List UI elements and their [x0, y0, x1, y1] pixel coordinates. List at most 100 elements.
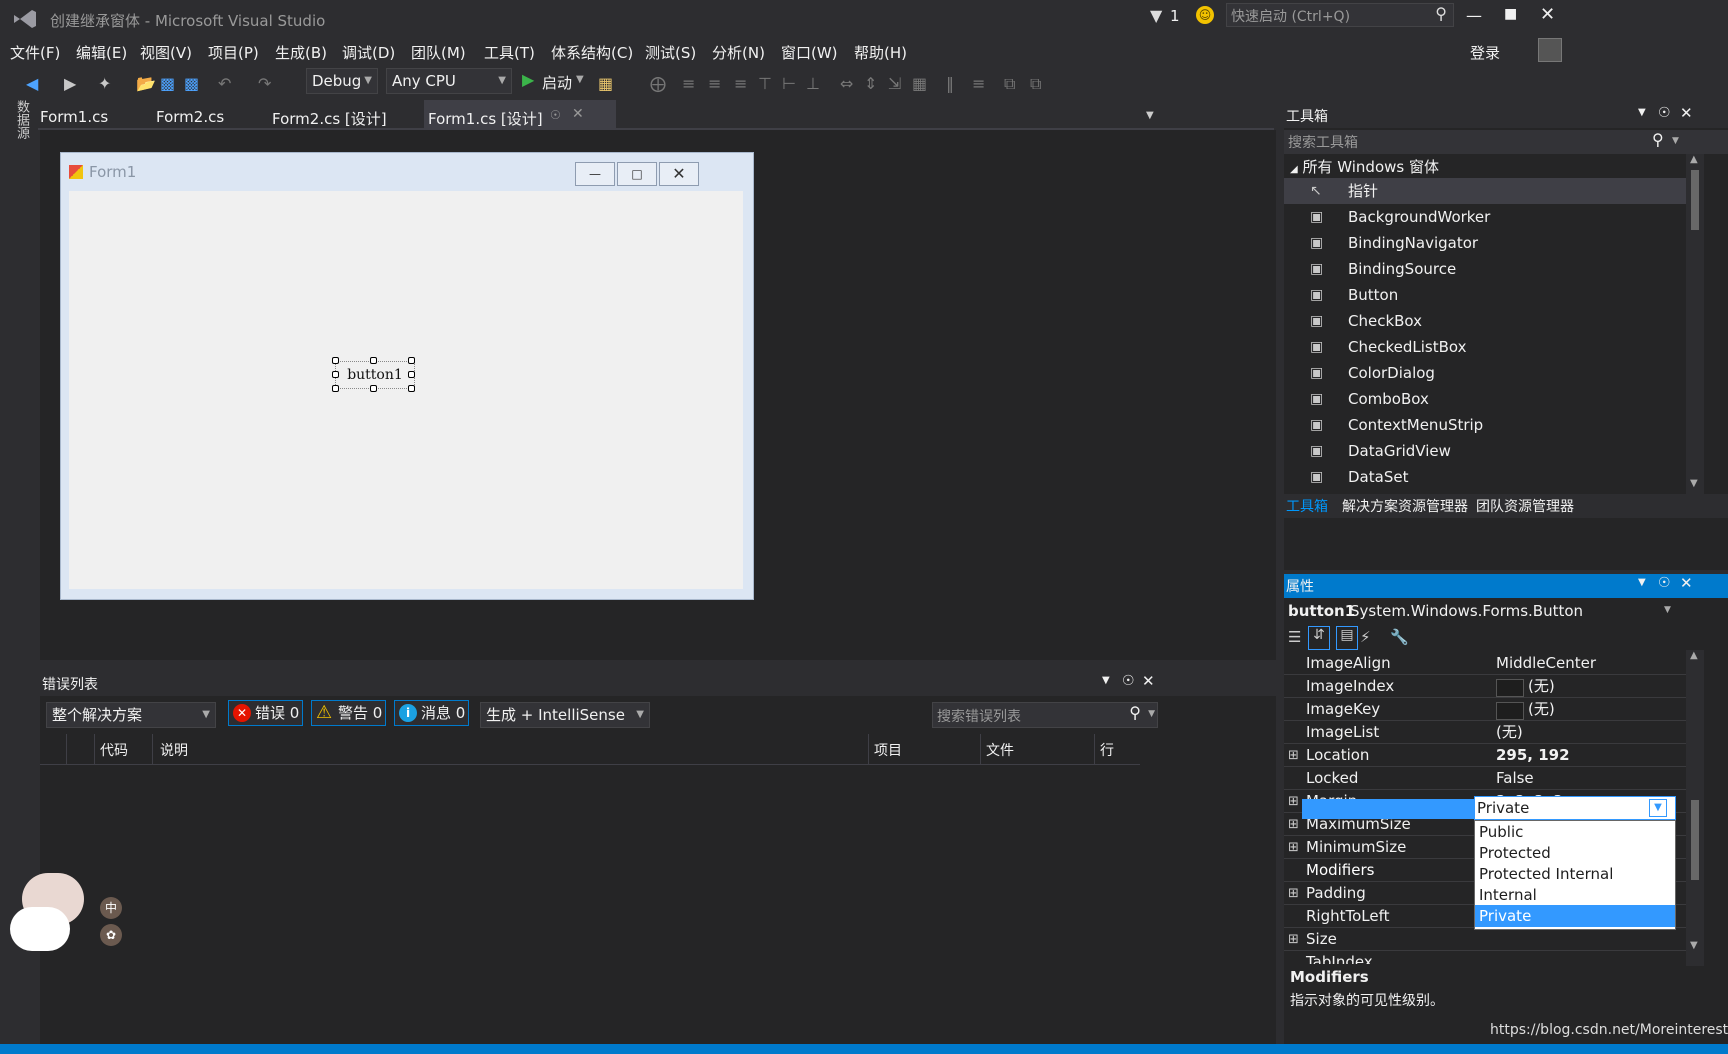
align-middles-icon[interactable]: ⊢	[782, 74, 796, 93]
size-to-grid-icon[interactable]: ▦	[912, 74, 927, 93]
pin-icon[interactable]: ☉	[550, 108, 561, 122]
pin-icon[interactable]: ☉	[1122, 673, 1135, 689]
property-value[interactable]: 295, 192	[1496, 744, 1570, 767]
scroll-down-icon[interactable]: ▼	[1690, 940, 1698, 951]
make-same-height-icon[interactable]: ⇕	[864, 74, 877, 93]
property-pages-icon[interactable]: 🔧	[1390, 628, 1409, 646]
maximize-button[interactable]: ■	[1504, 6, 1517, 22]
vertical-spacing-icon[interactable]: ≡	[972, 74, 985, 93]
toolbox-scrollbar[interactable]: ▲ ▼	[1686, 154, 1704, 494]
notification-filter-icon[interactable]: ▼	[1150, 6, 1162, 25]
resize-handle[interactable]	[408, 371, 415, 378]
toolbox-item[interactable]: ▣ ContextMenuStrip	[1284, 412, 1694, 438]
open-file-icon[interactable]: 📂	[136, 74, 156, 93]
new-project-icon[interactable]: ✦	[98, 74, 111, 93]
errors-filter-button[interactable]: ✕ 错误 0	[228, 700, 303, 726]
tab-form1-cs[interactable]: Form1.cs	[40, 108, 108, 126]
find-in-files-icon[interactable]: ▦	[598, 74, 613, 93]
navigate-forward-icon[interactable]: ▶	[64, 74, 76, 93]
undo-icon[interactable]: ↶	[218, 74, 231, 93]
menu-architecture[interactable]: 体系结构(C)	[551, 42, 633, 63]
property-row[interactable]: ImageAlign MiddleCenter	[1284, 652, 1694, 675]
events-view-icon[interactable]: ⚡	[1360, 628, 1371, 646]
data-sources-tab[interactable]: 数据源	[10, 100, 29, 139]
column-line[interactable]: 行	[1100, 740, 1114, 760]
dropdown-option[interactable]: Protected Internal	[1475, 863, 1675, 885]
dropdown-arrow-icon[interactable]: ▼	[1649, 799, 1667, 817]
menu-help[interactable]: 帮助(H)	[854, 42, 907, 63]
alphabetical-view-icon[interactable]: ⇵	[1308, 626, 1330, 650]
close-panel-icon[interactable]: ✕	[1680, 574, 1693, 592]
property-value[interactable]: (无)	[1528, 675, 1555, 698]
resize-handle[interactable]	[332, 371, 339, 378]
dropdown-option[interactable]: Protected	[1475, 842, 1675, 864]
panel-menu-chevron-icon[interactable]: ▼	[1638, 107, 1646, 118]
solution-platform-dropdown[interactable]: Any CPU ▼	[386, 68, 512, 94]
expand-plus-icon[interactable]: ⊞	[1288, 836, 1299, 859]
align-to-grid-icon[interactable]: ⨁	[650, 74, 666, 93]
property-row[interactable]: TabIndex	[1284, 951, 1694, 964]
minimize-button[interactable]: —	[1466, 6, 1482, 25]
expand-plus-icon[interactable]: ⊞	[1288, 744, 1299, 767]
align-bottoms-icon[interactable]: ⊥	[806, 74, 820, 93]
feedback-smiley-icon[interactable]: ☺	[1196, 6, 1214, 24]
make-same-width-icon[interactable]: ⇔	[840, 74, 853, 93]
solution-configuration-dropdown[interactable]: Debug ▼	[306, 68, 378, 94]
toolbox-item[interactable]: ▣ ColorDialog	[1284, 360, 1694, 386]
toolbox-item[interactable]: ▣ Button	[1284, 282, 1694, 308]
toolbox-item[interactable]: ▣ BackgroundWorker	[1284, 204, 1694, 230]
resize-handle[interactable]	[332, 357, 339, 364]
properties-scrollbar[interactable]: ▲ ▼	[1686, 650, 1704, 966]
menu-view[interactable]: 视图(V)	[140, 42, 192, 63]
tab-form1-design-active[interactable]: Form1.cs [设计] ☉ ✕	[424, 100, 616, 130]
menu-project[interactable]: 项目(P)	[208, 42, 259, 63]
modifiers-value-editor[interactable]: Private ▼	[1474, 796, 1676, 820]
toolbox-item[interactable]: ▣ CheckBox	[1284, 308, 1694, 334]
tab-solution-explorer[interactable]: 解决方案资源管理器	[1342, 496, 1468, 516]
properties-view-icon[interactable]: ▤	[1336, 626, 1358, 650]
tab-overflow-chevron-icon[interactable]: ▼	[1146, 110, 1154, 121]
menu-build[interactable]: 生成(B)	[275, 42, 327, 63]
warnings-filter-button[interactable]: ⚠ 警告 0	[311, 700, 386, 726]
property-value[interactable]: (无)	[1496, 721, 1523, 744]
expand-plus-icon[interactable]: ⊞	[1288, 813, 1299, 836]
save-icon[interactable]: ▩	[160, 74, 175, 93]
scrollbar-thumb[interactable]	[1691, 800, 1699, 880]
toolbox-search-input[interactable]: 搜索工具箱 ⚲ ▼	[1284, 130, 1728, 154]
scroll-up-icon[interactable]: ▲	[1690, 650, 1698, 661]
align-lefts-icon[interactable]: ≡	[682, 74, 695, 93]
expand-plus-icon[interactable]: ⊞	[1288, 790, 1299, 813]
property-value[interactable]: MiddleCenter	[1496, 652, 1596, 675]
expand-plus-icon[interactable]: ⊞	[1288, 882, 1299, 905]
align-rights-icon[interactable]: ≡	[734, 74, 747, 93]
tab-toolbox[interactable]: 工具箱	[1286, 496, 1328, 516]
menu-file[interactable]: 文件(F)	[10, 42, 60, 63]
menu-test[interactable]: 测试(S)	[645, 42, 696, 63]
sign-in-link[interactable]: 登录	[1470, 42, 1500, 63]
make-same-size-icon[interactable]: ⇲	[888, 74, 901, 93]
column-code[interactable]: 代码	[100, 740, 128, 760]
redo-icon[interactable]: ↷	[258, 74, 271, 93]
menu-analyze[interactable]: 分析(N)	[712, 42, 765, 63]
close-panel-icon[interactable]: ✕	[1142, 672, 1155, 690]
account-avatar-icon[interactable]	[1538, 38, 1562, 62]
bring-to-front-icon[interactable]: ⧉	[1004, 74, 1015, 94]
property-row[interactable]: ⊞ Size	[1284, 928, 1694, 951]
dropdown-option[interactable]: Internal	[1475, 884, 1675, 906]
resize-handle[interactable]	[370, 385, 377, 392]
panel-menu-chevron-icon[interactable]: ▼	[1638, 577, 1646, 588]
menu-debug[interactable]: 调试(D)	[342, 42, 395, 63]
resize-handle[interactable]	[408, 385, 415, 392]
toolbox-item[interactable]: ▣ BindingNavigator	[1284, 230, 1694, 256]
property-row[interactable]: ImageList (无)	[1284, 721, 1694, 744]
property-row[interactable]: Locked False	[1284, 767, 1694, 790]
menu-window[interactable]: 窗口(W)	[781, 42, 838, 63]
property-value[interactable]: False	[1496, 767, 1534, 790]
toolbox-item[interactable]: ▣ DateTimePicker	[1284, 490, 1694, 492]
resize-handle[interactable]	[332, 385, 339, 392]
error-search-input[interactable]: 搜索错误列表 ⚲ ▼	[932, 702, 1158, 728]
menu-tools[interactable]: 工具(T)	[484, 42, 535, 63]
property-row[interactable]: ImageIndex (无)	[1284, 675, 1694, 698]
dropdown-option[interactable]: Private	[1475, 905, 1675, 927]
column-description[interactable]: 说明	[160, 740, 188, 760]
